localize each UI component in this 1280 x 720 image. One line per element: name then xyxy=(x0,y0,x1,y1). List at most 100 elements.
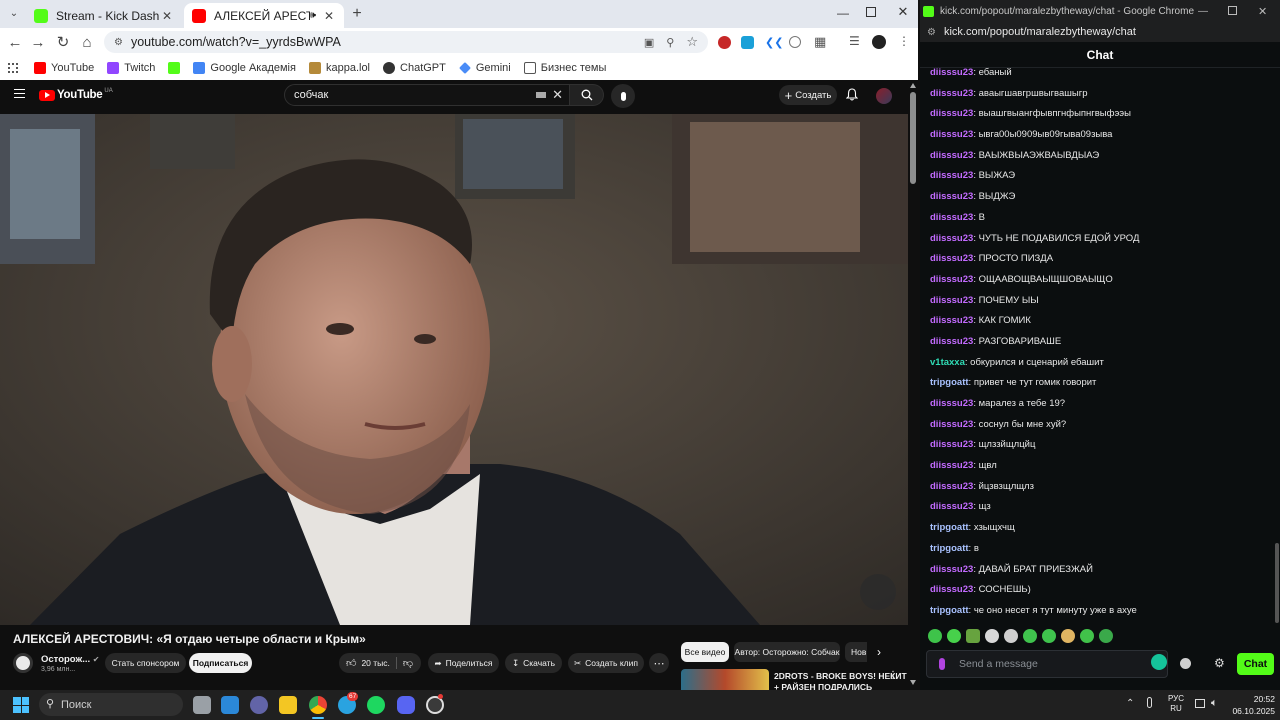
speaker-icon[interactable]: 🕪 xyxy=(310,10,316,21)
bookmark-twitch[interactable]: Twitch xyxy=(107,62,155,74)
hamburger-menu-icon[interactable] xyxy=(14,89,25,98)
scrollbar-thumb[interactable] xyxy=(1275,543,1279,623)
emote-icon[interactable] xyxy=(1099,629,1113,643)
emote-icon[interactable] xyxy=(947,629,961,643)
share-button[interactable]: ➦ Поделиться xyxy=(428,653,499,673)
chat-username[interactable]: diisssu23 xyxy=(930,336,973,347)
video-player[interactable] xyxy=(0,114,908,625)
emote-icon[interactable] xyxy=(1004,629,1018,643)
chat-username[interactable]: diisssu23 xyxy=(930,170,973,181)
minimize-button[interactable]: — xyxy=(836,6,850,20)
youtube-logo[interactable]: YouTube UA xyxy=(39,88,113,101)
chat-username[interactable]: diisssu23 xyxy=(930,295,973,306)
emote-icon[interactable] xyxy=(966,629,980,643)
emote-icon[interactable] xyxy=(1080,629,1094,643)
chat-username[interactable]: diisssu23 xyxy=(930,88,973,99)
globe-extension-icon[interactable] xyxy=(789,36,801,48)
home-button[interactable]: ⌂ xyxy=(77,32,97,52)
close-window-button[interactable]: ✕ xyxy=(896,5,910,19)
emote-icon[interactable] xyxy=(985,629,999,643)
network-icon[interactable] xyxy=(1195,699,1205,708)
related-subtitle[interactable]: + РАЙЗЕН ПОДРАЛИСЬ xyxy=(774,682,872,690)
apps-grid-icon[interactable] xyxy=(8,63,18,73)
scroll-down-icon[interactable] xyxy=(910,680,916,685)
related-title[interactable]: 2DROTS - BROKE BOYS! НЕКИТ xyxy=(774,671,907,681)
spotify-icon[interactable] xyxy=(367,696,385,714)
chips-next-icon[interactable]: › xyxy=(877,645,881,659)
related-menu-icon[interactable]: ⋮ xyxy=(888,670,898,681)
site-info-icon[interactable]: ⚙ xyxy=(927,27,936,38)
zoom-icon[interactable]: ⚲ xyxy=(666,36,674,49)
chip-all-videos[interactable]: Все видео xyxy=(681,642,729,662)
chat-username[interactable]: diisssu23 xyxy=(930,129,973,140)
windows-start-icon[interactable] xyxy=(13,697,29,713)
install-icon[interactable]: ▣ xyxy=(644,36,654,49)
chat-username[interactable]: diisssu23 xyxy=(930,315,973,326)
bookmark-kick[interactable] xyxy=(168,62,181,74)
like-count[interactable]: 20 тыс. xyxy=(361,658,389,668)
reload-button[interactable]: ↻ xyxy=(53,32,73,52)
microphone-tray-icon[interactable] xyxy=(1147,697,1152,708)
minimize-button[interactable]: — xyxy=(1198,6,1208,17)
related-thumbnail[interactable] xyxy=(681,669,769,690)
bookmark-google-academy[interactable]: Google Академія xyxy=(193,62,296,74)
chat-username[interactable]: tripgoatt xyxy=(930,543,969,554)
tab-youtube[interactable]: АЛЕКСЕЙ АРЕСТОВИЧ: «Я 🕪 ✕ xyxy=(184,3,344,28)
chip-author[interactable]: Автор: Осторожно: Собчак xyxy=(734,642,840,662)
clear-search-icon[interactable]: ✕ xyxy=(552,87,563,103)
send-chat-button[interactable]: Chat xyxy=(1237,653,1274,675)
site-info-icon[interactable]: ⚙ xyxy=(114,37,123,48)
file-explorer-icon[interactable] xyxy=(279,696,297,714)
popout-address-bar[interactable]: ⚙ kick.com/popout/maralezbytheway/chat xyxy=(920,22,1280,42)
chat-username[interactable]: diisssu23 xyxy=(930,212,973,223)
account-avatar[interactable] xyxy=(876,88,892,104)
emote-icon[interactable] xyxy=(1061,629,1075,643)
chat-username[interactable]: diisssu23 xyxy=(930,253,973,264)
chat-username[interactable]: diisssu23 xyxy=(930,439,973,450)
download-button[interactable]: ↧ Скачать xyxy=(505,653,562,673)
microphone-icon[interactable] xyxy=(939,658,945,670)
discord-icon[interactable] xyxy=(397,696,415,714)
task-view-icon[interactable] xyxy=(193,696,211,714)
address-bar[interactable]: ⚙ youtube.com/watch?v=_yyrdsBwWPA ▣ ⚲ ☆ xyxy=(104,31,708,53)
close-icon[interactable]: ✕ xyxy=(322,9,336,23)
clip-button[interactable]: ✂ Создать клип xyxy=(568,653,644,673)
chat-username[interactable]: diisssu23 xyxy=(930,501,973,512)
chat-username[interactable]: diisssu23 xyxy=(930,481,973,492)
chat-username[interactable]: diisssu23 xyxy=(930,67,973,78)
extensions-puzzle-icon[interactable]: ▦ xyxy=(814,34,826,50)
chat-username[interactable]: diisssu23 xyxy=(930,584,973,595)
chat-scrollbar[interactable] xyxy=(1274,68,1280,628)
close-icon[interactable]: ✕ xyxy=(160,9,174,23)
maximize-button[interactable] xyxy=(1228,6,1237,15)
sponsor-button[interactable]: Стать спонсором xyxy=(105,653,186,673)
chat-username[interactable]: diisssu23 xyxy=(930,191,973,202)
chat-username[interactable]: diisssu23 xyxy=(930,150,973,161)
back-button[interactable]: ← xyxy=(5,32,25,52)
chat-username[interactable]: diisssu23 xyxy=(930,274,973,285)
audio-extension-icon[interactable]: ❮❮ xyxy=(765,36,783,49)
voice-search-button[interactable] xyxy=(611,84,635,108)
scrollbar-thumb[interactable] xyxy=(910,92,916,184)
chat-username[interactable]: diisssu23 xyxy=(930,398,973,409)
like-icon[interactable]: 👍︎ xyxy=(346,657,356,669)
menu-kebab-icon[interactable]: ⋮ xyxy=(898,34,910,48)
bookmark-star-icon[interactable]: ☆ xyxy=(686,34,698,50)
chat-username[interactable]: v1taxxa xyxy=(930,357,965,368)
channel-name[interactable]: Осторож... ✔ xyxy=(41,654,99,665)
volume-icon[interactable]: 🔈︎ xyxy=(1211,697,1218,710)
page-scrollbar[interactable] xyxy=(908,80,918,690)
chip-new[interactable]: Нов xyxy=(845,642,867,662)
maximize-button[interactable] xyxy=(866,7,876,17)
keyboard-icon[interactable] xyxy=(536,92,547,98)
chat-username[interactable]: diisssu23 xyxy=(930,233,973,244)
new-tab-button[interactable]: + xyxy=(348,5,366,23)
more-actions-button[interactable]: ⋯ xyxy=(649,653,669,673)
channel-avatar[interactable] xyxy=(13,653,33,673)
widgets-icon[interactable] xyxy=(221,696,239,714)
search-input[interactable]: собчак ✕ xyxy=(284,84,570,106)
emote-icon[interactable] xyxy=(1023,629,1037,643)
search-button[interactable] xyxy=(570,84,604,106)
bookmark-gemini[interactable]: Gemini xyxy=(458,62,511,74)
subscribe-button[interactable]: Подписаться xyxy=(189,653,252,673)
